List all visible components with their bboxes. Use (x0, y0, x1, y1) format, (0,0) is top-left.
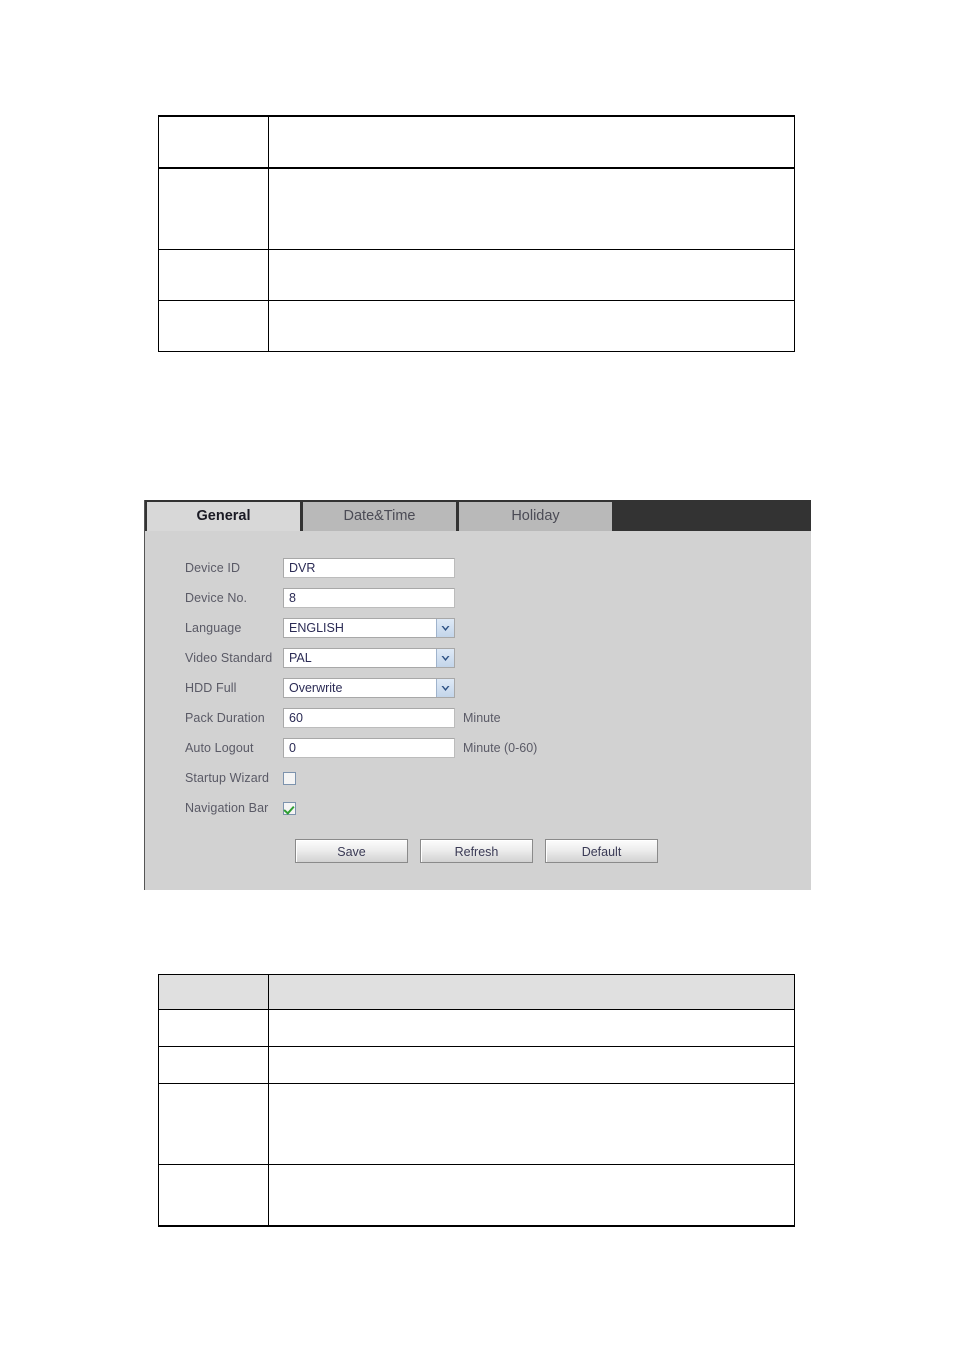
field-row-startup-wizard: Startup Wizard (145, 763, 811, 793)
video-standard-select[interactable]: PAL (283, 648, 455, 668)
label-auto-logout: Auto Logout (185, 741, 254, 755)
auto-logout-unit: Minute (0-60) (463, 741, 538, 755)
chevron-down-icon (436, 619, 454, 637)
label-navigation-bar: Navigation Bar (185, 801, 269, 815)
navigation-bar-checkbox[interactable] (283, 801, 296, 815)
tab-holiday[interactable]: Holiday (459, 502, 612, 531)
table-cell-key (158, 1046, 269, 1084)
table-cell-key (158, 115, 269, 169)
tab-date-time[interactable]: Date&Time (303, 502, 456, 531)
label-pack-duration: Pack Duration (185, 711, 265, 725)
table-header-row (158, 974, 795, 1010)
pack-duration-unit: Minute (463, 711, 501, 725)
parameter-description-table-top (158, 115, 795, 352)
table-cell-key (158, 249, 269, 301)
field-row-navigation-bar: Navigation Bar (145, 793, 811, 823)
default-button[interactable]: Default (545, 839, 658, 863)
device-no-input[interactable] (283, 588, 455, 608)
table-cell-key (158, 167, 269, 250)
table-cell-value (268, 167, 795, 250)
table-row (158, 249, 795, 301)
field-row-language: Language ENGLISH (145, 613, 811, 643)
label-startup-wizard: Startup Wizard (185, 771, 270, 785)
field-row-device-no: Device No. (145, 583, 811, 613)
field-row-video-standard: Video Standard PAL (145, 643, 811, 673)
hdd-full-select[interactable]: Overwrite (283, 678, 455, 698)
table-cell-key (158, 1009, 269, 1047)
table-cell-value (268, 1046, 795, 1084)
table-cell-key (158, 1164, 269, 1227)
table-header-cell-key (158, 974, 269, 1010)
table-header-cell-value (268, 974, 795, 1010)
table-row (158, 1164, 795, 1227)
table-row (158, 300, 795, 352)
general-settings-form: Device ID Device No. Language ENGLISH (145, 531, 811, 863)
parameter-description-table-bottom (158, 974, 795, 1227)
table-row (158, 167, 795, 250)
hdd-full-select-value: Overwrite (289, 681, 343, 695)
pack-duration-input[interactable] (283, 708, 455, 728)
table-cell-value (268, 1164, 795, 1227)
table-row (158, 1009, 795, 1047)
table-row (158, 115, 795, 169)
language-select[interactable]: ENGLISH (283, 618, 455, 638)
table-cell-value (268, 300, 795, 352)
save-button[interactable]: Save (295, 839, 408, 863)
device-id-input[interactable] (283, 558, 455, 578)
startup-wizard-checkbox[interactable] (283, 771, 296, 785)
label-hdd-full: HDD Full (185, 681, 237, 695)
label-device-id: Device ID (185, 561, 241, 575)
auto-logout-input[interactable] (283, 738, 455, 758)
table-cell-key (158, 300, 269, 352)
field-row-pack-duration: Pack Duration Minute (145, 703, 811, 733)
table-cell-value (268, 1083, 795, 1165)
chevron-down-icon (436, 649, 454, 667)
settings-tabbar: General Date&Time Holiday (145, 500, 811, 531)
field-row-hdd-full: HDD Full Overwrite (145, 673, 811, 703)
language-select-value: ENGLISH (289, 621, 344, 635)
label-video-standard: Video Standard (185, 651, 273, 665)
form-button-row: Save Refresh Default (145, 839, 811, 863)
dvr-general-settings-panel: General Date&Time Holiday Device ID Devi… (144, 500, 811, 890)
tab-general[interactable]: General (147, 502, 300, 531)
table-row (158, 1083, 795, 1165)
table-row (158, 1046, 795, 1084)
label-language: Language (185, 621, 242, 635)
refresh-button[interactable]: Refresh (420, 839, 533, 863)
field-row-device-id: Device ID (145, 553, 811, 583)
field-row-auto-logout: Auto Logout Minute (0-60) (145, 733, 811, 763)
label-device-no: Device No. (185, 591, 248, 605)
chevron-down-icon (436, 679, 454, 697)
table-cell-key (158, 1083, 269, 1165)
table-cell-value (268, 1009, 795, 1047)
table-cell-value (268, 249, 795, 301)
table-cell-value (268, 115, 795, 169)
video-standard-select-value: PAL (289, 651, 312, 665)
